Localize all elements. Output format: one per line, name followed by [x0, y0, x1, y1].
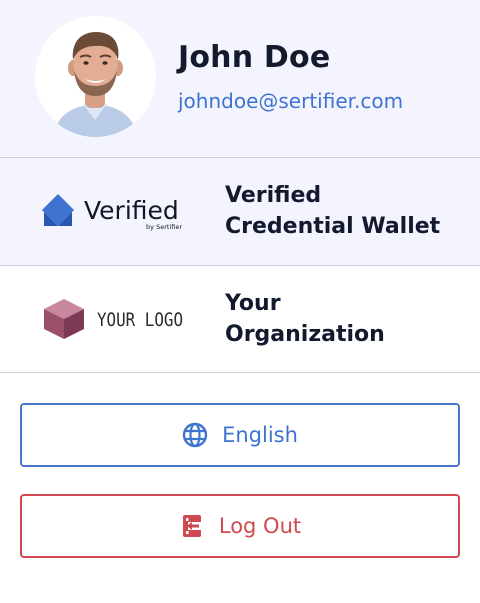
avatar-photo	[35, 16, 156, 137]
user-name: John Doe	[178, 40, 331, 75]
organization-logo: YOUR LOGO	[40, 296, 190, 340]
organization-row[interactable]: YOUR LOGO Your Organization	[0, 266, 480, 373]
wallet-title-line1: Verified	[225, 183, 322, 208]
profile-header: John Doe johndoe@sertifier.com	[0, 0, 480, 158]
organization-title: Your Organization	[225, 288, 385, 350]
logout-label: Log Out	[218, 514, 302, 538]
cube-icon	[44, 299, 84, 339]
language-label: English	[222, 423, 298, 447]
organization-logo-text: YOUR LOGO	[97, 309, 183, 331]
verified-shield-icon	[42, 194, 74, 226]
avatar	[35, 16, 156, 137]
organization-title-line2: Organization	[225, 322, 385, 347]
wallet-title: Verified Credential Wallet	[225, 180, 440, 242]
user-email: johndoe@sertifier.com	[178, 89, 404, 113]
language-button[interactable]: English	[20, 403, 460, 467]
globe-icon	[182, 422, 208, 448]
verified-logo: Verified by Sertifier	[40, 192, 190, 232]
logout-button[interactable]: Log Out	[20, 494, 460, 558]
organization-title-line1: Your	[225, 291, 281, 316]
logout-icon	[179, 513, 205, 539]
wallet-title-line2: Credential Wallet	[225, 214, 441, 239]
wallet-row[interactable]: Verified by Sertifier Verified Credentia…	[0, 158, 480, 266]
verified-logo-sub: by Sertifier	[146, 223, 182, 231]
verified-logo-word: Verified	[84, 196, 179, 225]
